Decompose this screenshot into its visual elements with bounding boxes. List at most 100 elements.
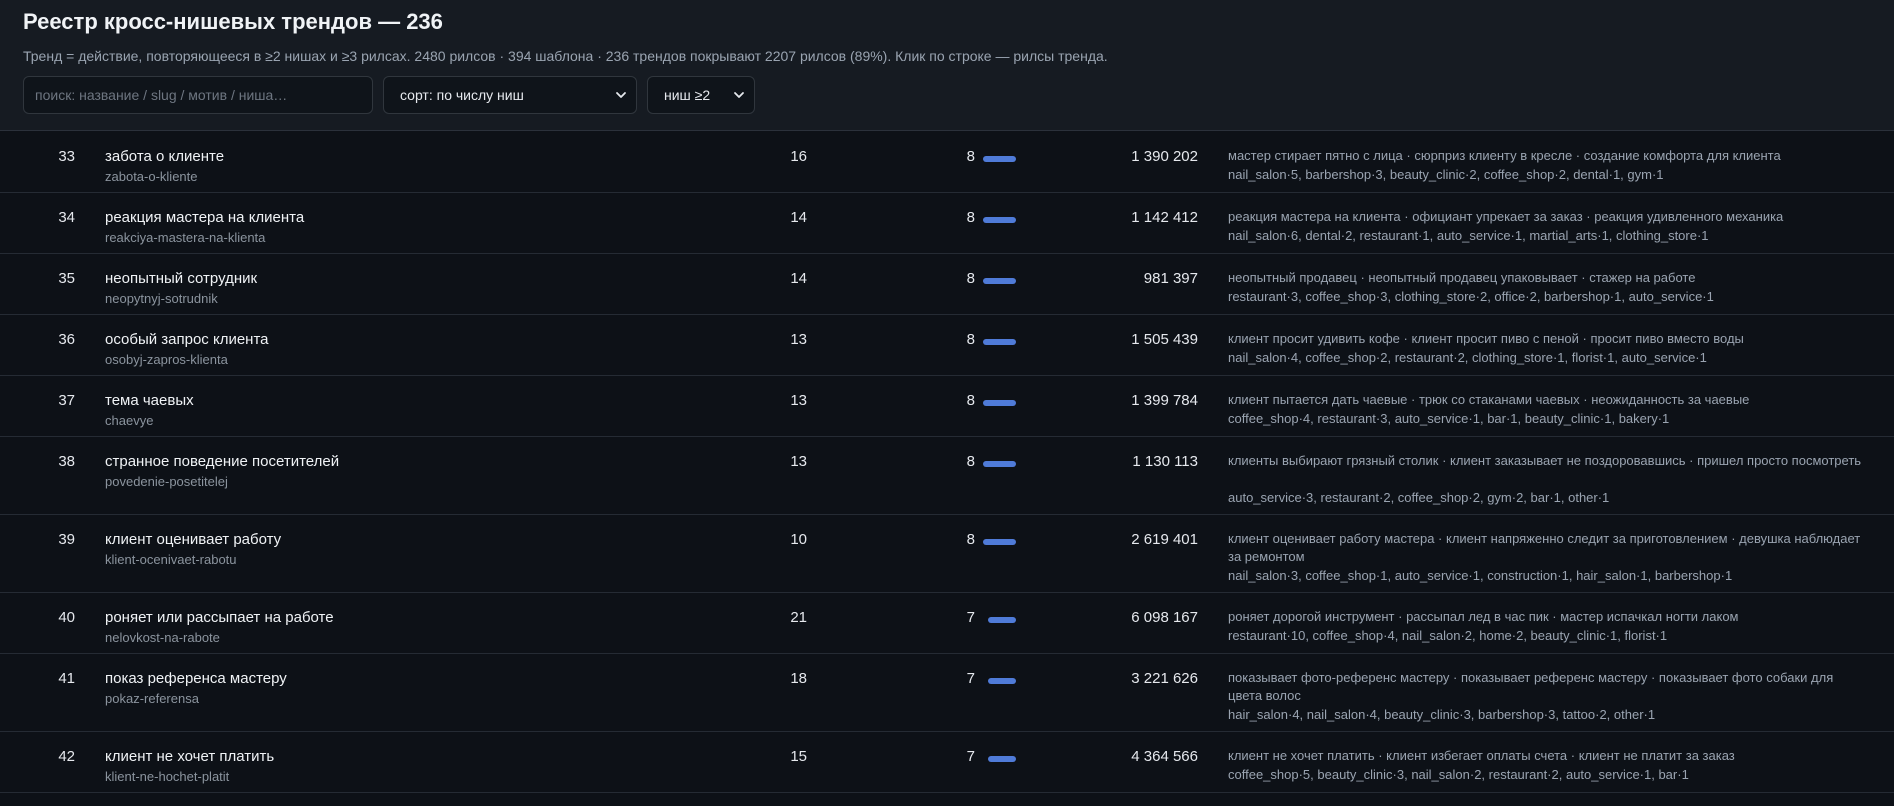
row-index: 36 [58, 331, 75, 348]
table-row[interactable]: 37 тема чаевых chaevye 13 8 1 399 784 клиент п… [0, 376, 1894, 437]
trend-niche-list: restaurant·10, coffee_shop·4, nail_salon… [1228, 628, 1668, 643]
niches-select[interactable]: ниш ≥2 [647, 76, 755, 114]
niches-count: 8 [966, 270, 975, 287]
trend-niche-list: nail_salon·6, dental·2, restaurant·1, au… [1228, 228, 1709, 243]
trend-name: неопытный сотрудник [105, 270, 258, 287]
chevron-down-icon [732, 88, 746, 102]
trend-slug: klient-ocenivaet-rabotu [105, 552, 237, 567]
table-row[interactable]: 34 реакция мастера на клиента reakciya-mas… [0, 193, 1894, 254]
trend-niche-list: auto_service·3, restaurant·2, coffee_sho… [1228, 490, 1610, 505]
niches-count: 8 [966, 331, 975, 348]
reels-count: 14 [790, 270, 807, 287]
niches-count: 8 [966, 453, 975, 470]
reels-count: 13 [790, 453, 807, 470]
table-row[interactable]: 40 роняет или рассыпает на работе nelovkos… [0, 593, 1894, 654]
trend-motifs: показывает фото-референс мастеру · показ… [1228, 670, 1834, 703]
table-row[interactable]: 42 клиент не хочет платить klient-ne-hoche… [0, 732, 1894, 793]
reels-count: 13 [790, 331, 807, 348]
table-row[interactable]: 39 клиент оценивает работу klient-ocenivae… [0, 515, 1894, 593]
trend-motifs: клиент не хочет платить · клиент избегае… [1228, 748, 1735, 763]
trend-motifs: роняет дорогой инструмент · рассыпал лед… [1228, 609, 1739, 624]
trend-name: забота о клиенте [105, 148, 225, 165]
trend-slug: povedenie-posetitelej [105, 474, 228, 489]
trend-slug: pokaz-referensa [105, 691, 199, 706]
trend-slug: zabota-o-kliente [105, 169, 198, 184]
page-subtitle: Тренд = действие, повторяющееся в ≥2 ниш… [23, 48, 1108, 64]
niches-bar [983, 217, 1016, 223]
trend-motifs: реакция мастера на клиента · официант уп… [1228, 209, 1784, 224]
trend-name: особый запрос клиента [105, 331, 269, 348]
niches-count: 7 [966, 609, 975, 626]
reels-count: 13 [790, 392, 807, 409]
niches-bar [983, 339, 1016, 345]
trend-name: показ референса мастеру [105, 670, 287, 687]
trend-niche-list: coffee_shop·4, restaurant·3, auto_servic… [1228, 411, 1670, 426]
trend-niche-list: nail_salon·5, barbershop·3, beauty_clini… [1228, 167, 1664, 182]
row-index: 39 [58, 531, 75, 548]
trend-niche-list: nail_salon·3, coffee_shop·1, auto_servic… [1228, 568, 1733, 583]
trend-motifs: мастер стирает пятно с лица · сюрприз кл… [1228, 148, 1781, 163]
table-row[interactable]: 38 странное поведение посетителей povedeni… [0, 437, 1894, 515]
niches-bar [983, 156, 1016, 162]
niches-select-value: ниш ≥2 [664, 87, 711, 103]
trend-motifs: клиент оценивает работу мастера · клиент… [1228, 531, 1861, 564]
trend-niche-list: restaurant·3, coffee_shop·3, clothing_st… [1228, 289, 1714, 304]
reels-count: 21 [790, 609, 807, 626]
views-count: 1 130 113 [1132, 453, 1198, 470]
row-index: 38 [58, 453, 75, 470]
reels-count: 15 [790, 748, 807, 765]
trend-motifs: клиент пытается дать чаевые · трюк со ст… [1228, 392, 1750, 407]
page-title: Реестр кросс-нишевых трендов — 236 [23, 9, 443, 34]
views-count: 2 619 401 [1131, 531, 1198, 548]
views-count: 1 142 412 [1131, 209, 1198, 226]
niches-bar [983, 461, 1016, 467]
sort-select[interactable]: сорт: по числу ниш [383, 76, 637, 114]
row-index: 35 [58, 270, 75, 287]
niches-bar [988, 678, 1016, 684]
table-row[interactable]: 36 особый запрос клиента osobyj-zapros-kli… [0, 315, 1894, 376]
reels-count: 14 [790, 209, 807, 226]
niches-bar [983, 539, 1016, 545]
trend-name: клиент не хочет платить [105, 748, 275, 765]
views-count: 1 390 202 [1131, 148, 1198, 165]
niches-count: 8 [966, 531, 975, 548]
trend-name: реакция мастера на клиента [105, 209, 305, 226]
trend-slug: reakciya-mastera-na-klienta [105, 230, 266, 245]
views-count: 4 364 566 [1131, 748, 1198, 765]
reels-count: 18 [790, 670, 807, 687]
trend-name: странное поведение посетителей [105, 453, 340, 470]
table-row[interactable]: 41 показ референса мастеру pokaz-referensa… [0, 654, 1894, 732]
trend-name: роняет или рассыпает на работе [105, 609, 334, 626]
table-row[interactable]: 35 неопытный сотрудник neopytnyj-sotrudnik… [0, 254, 1894, 315]
niches-count: 8 [966, 148, 975, 165]
trend-name: клиент оценивает работу [105, 531, 282, 548]
sort-select-value: сорт: по числу ниш [400, 87, 524, 103]
trends-table: 33 забота о клиенте zabota-o-kliente 16 8 1 3… [0, 132, 1894, 793]
trend-slug: klient-ne-hochet-platit [105, 769, 230, 784]
niches-count: 7 [966, 748, 975, 765]
trend-motifs: клиенты выбирают грязный столик · клиент… [1228, 453, 1862, 468]
trend-motifs: клиент просит удивить кофе · клиент прос… [1228, 331, 1744, 346]
niches-count: 8 [966, 209, 975, 226]
chevron-down-icon [614, 88, 628, 102]
niches-bar [983, 278, 1016, 284]
views-count: 1 505 439 [1131, 331, 1198, 348]
search-input[interactable] [23, 76, 373, 114]
views-count: 1 399 784 [1131, 392, 1198, 409]
niches-bar [988, 756, 1016, 762]
niches-bar [983, 400, 1016, 406]
trend-slug: osobyj-zapros-klienta [105, 352, 228, 367]
row-index: 34 [58, 209, 75, 226]
row-index: 40 [58, 609, 75, 626]
table-row[interactable]: 33 забота о клиенте zabota-o-kliente 16 8 1 3… [0, 132, 1894, 193]
trend-slug: nelovkost-na-rabote [105, 630, 220, 645]
niches-count: 8 [966, 392, 975, 409]
row-index: 42 [58, 748, 75, 765]
trend-niche-list: nail_salon·4, coffee_shop·2, restaurant·… [1228, 350, 1707, 365]
trend-name: тема чаевых [105, 392, 194, 409]
trend-slug: chaevye [105, 413, 154, 428]
trend-niche-list: coffee_shop·5, beauty_clinic·3, nail_sal… [1228, 767, 1689, 782]
views-count: 3 221 626 [1131, 670, 1198, 687]
reels-count: 16 [790, 148, 807, 165]
views-count: 6 098 167 [1131, 609, 1198, 626]
